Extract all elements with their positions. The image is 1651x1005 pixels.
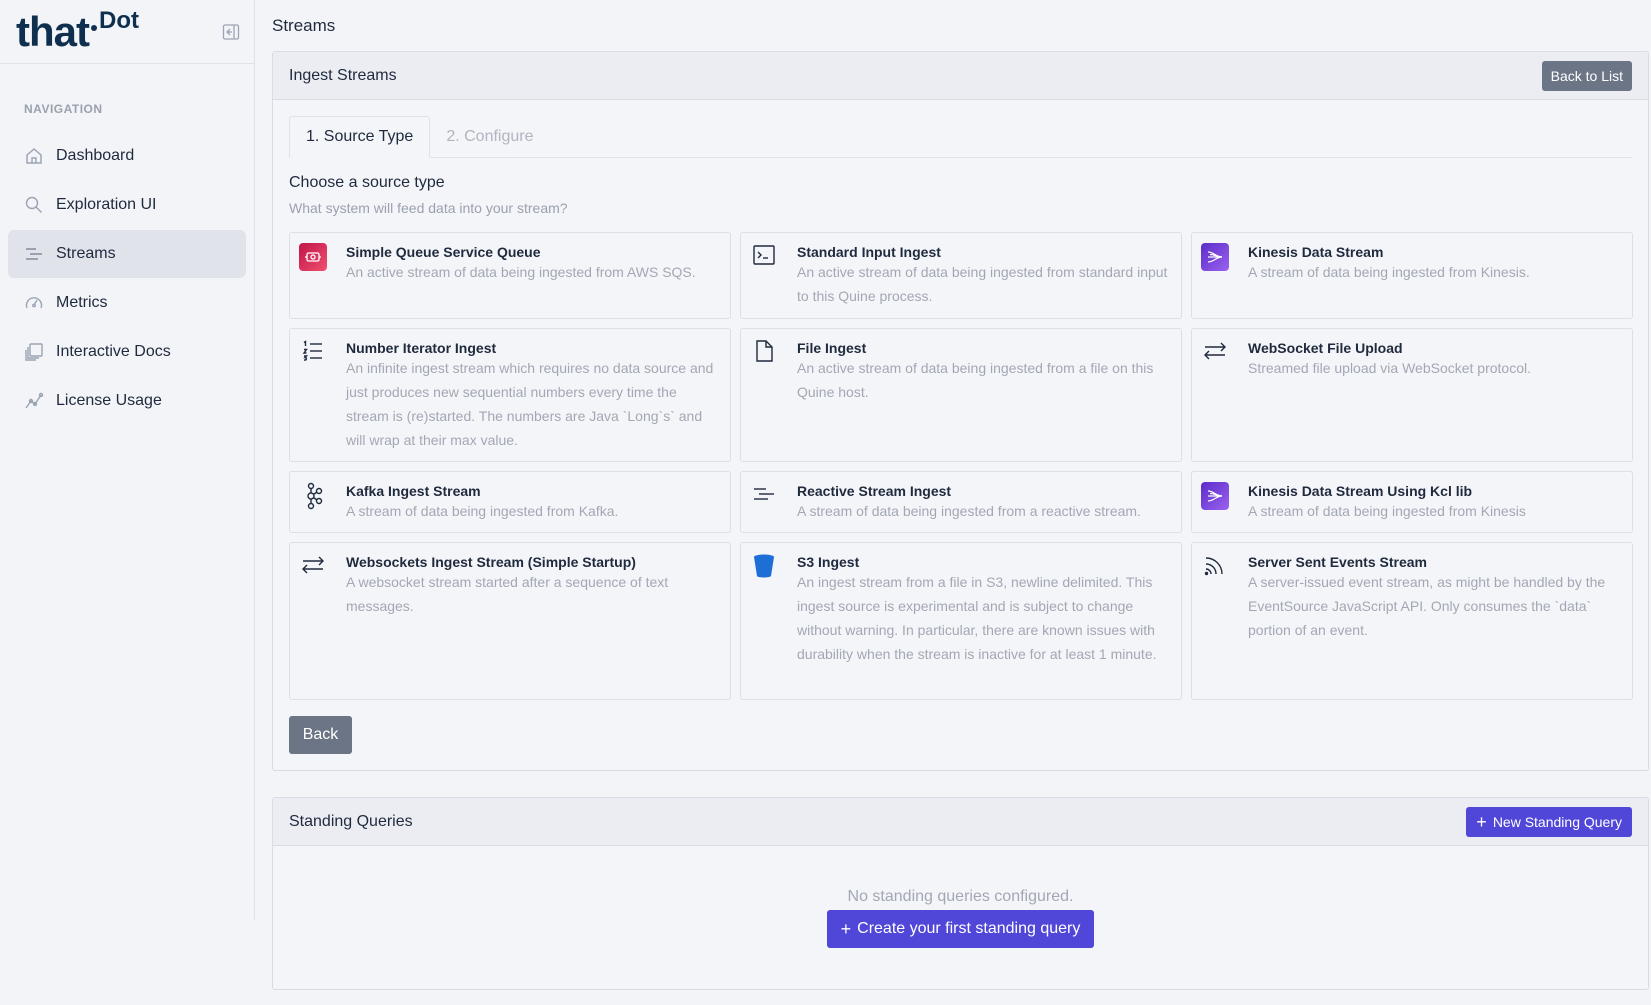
wizard-tabs: 1. Source Type 2. Configure xyxy=(289,116,1632,158)
create-standing-query-button[interactable]: + Create your first standing query xyxy=(826,910,1095,948)
card-title: Reactive Stream Ingest xyxy=(797,483,952,499)
choose-source-subtitle: What system will feed data into your str… xyxy=(289,200,568,216)
card-title: WebSocket File Upload xyxy=(1248,340,1403,356)
card-desc: An infinite ingest stream which requires… xyxy=(346,360,714,448)
tab-source-type[interactable]: 1. Source Type xyxy=(289,116,431,158)
sidebar-item-metrics[interactable]: Metrics xyxy=(8,279,246,327)
card-title: Kinesis Data Stream xyxy=(1248,244,1384,260)
card-title: Standard Input Ingest xyxy=(797,244,941,260)
nav-heading: NAVIGATION xyxy=(24,102,103,116)
rss-icon xyxy=(1200,553,1230,583)
chart-line-icon xyxy=(24,391,44,411)
sidebar-item-streams[interactable]: Streams xyxy=(8,230,246,278)
source-card-websockets-ingest[interactable]: Websockets Ingest Stream (Simple Startup… xyxy=(289,542,731,700)
sidebar-item-label: Exploration UI xyxy=(56,196,157,213)
collapse-sidebar-icon[interactable] xyxy=(222,23,240,41)
ingest-streams-panel: Ingest Streams Back to List 1. Source Ty… xyxy=(272,51,1649,771)
align-left-icon xyxy=(749,482,779,512)
card-desc: A stream of data being ingested from Kin… xyxy=(1248,264,1530,280)
card-desc: A stream of data being ingested from a r… xyxy=(797,503,1141,519)
standing-queries-title: Standing Queries xyxy=(289,812,413,830)
new-standing-query-button[interactable]: + New Standing Query xyxy=(1466,806,1632,837)
ingest-streams-header: Ingest Streams Back to List xyxy=(273,52,1648,100)
sidebar-item-dashboard[interactable]: Dashboard xyxy=(8,132,246,180)
card-title: Kafka Ingest Stream xyxy=(346,483,481,499)
source-card-sqs[interactable]: Simple Queue Service Queue An active str… xyxy=(289,232,731,319)
sidebar-item-interactive-docs[interactable]: Interactive Docs xyxy=(8,328,246,376)
card-desc: An active stream of data being ingested … xyxy=(346,264,696,280)
standing-queries-panel: Standing Queries + New Standing Query No… xyxy=(272,797,1649,990)
back-wrap: Back xyxy=(289,716,1648,754)
aws-kinesis-icon xyxy=(1200,482,1230,512)
sidebar: that Dot NAVIGATION Dashboard Exploratio… xyxy=(0,0,255,920)
source-card-kinesis-kcl[interactable]: Kinesis Data Stream Using Kcl lib A stre… xyxy=(1191,471,1633,533)
nav-list: Dashboard Exploration UI Streams Metrics… xyxy=(0,132,254,425)
new-standing-query-label: New Standing Query xyxy=(1492,813,1622,830)
card-title: S3 Ingest xyxy=(797,554,860,570)
terminal-icon xyxy=(749,243,779,273)
sidebar-item-label: Interactive Docs xyxy=(56,343,171,360)
create-standing-query-label: Create your first standing query xyxy=(857,920,1081,937)
source-card-s3[interactable]: S3 Ingest An ingest stream from a file i… xyxy=(740,542,1182,700)
file-icon xyxy=(749,339,779,369)
streams-icon xyxy=(24,244,44,264)
card-desc: A stream of data being ingested from Kin… xyxy=(1248,503,1526,519)
back-to-list-button[interactable]: Back to List xyxy=(1541,60,1632,91)
bucket-icon xyxy=(749,553,779,583)
card-desc: Streamed file upload via WebSocket proto… xyxy=(1248,360,1532,376)
card-title: Kinesis Data Stream Using Kcl lib xyxy=(1248,483,1473,499)
docs-icon xyxy=(24,342,44,362)
card-title: Websockets Ingest Stream (Simple Startup… xyxy=(346,554,636,570)
standing-queries-body: No standing queries configured. + Create… xyxy=(273,846,1648,989)
sidebar-item-exploration-ui[interactable]: Exploration UI xyxy=(8,181,246,229)
home-icon xyxy=(24,146,44,166)
ingest-streams-title: Ingest Streams xyxy=(289,66,397,84)
source-card-file[interactable]: File Ingest An active stream of data bei… xyxy=(740,328,1182,462)
arrows-exchange-icon xyxy=(298,553,328,583)
kafka-icon xyxy=(298,482,328,512)
card-desc: A server-issued event stream, as might b… xyxy=(1248,574,1606,638)
source-card-number-iterator[interactable]: Number Iterator Ingest An infinite inges… xyxy=(289,328,731,462)
numbered-list-icon xyxy=(298,339,328,369)
aws-sqs-icon xyxy=(298,243,328,273)
logo-dot xyxy=(91,24,97,31)
sidebar-item-label: Metrics xyxy=(56,294,108,311)
sidebar-item-license-usage[interactable]: License Usage xyxy=(8,377,246,425)
empty-state-text: No standing queries configured. xyxy=(847,888,1074,905)
logo-area: that Dot xyxy=(0,0,254,64)
back-button[interactable]: Back xyxy=(289,716,352,754)
source-card-websocket-upload[interactable]: WebSocket File Upload Streamed file uplo… xyxy=(1191,328,1633,462)
aws-kinesis-icon xyxy=(1200,243,1230,273)
card-title: Number Iterator Ingest xyxy=(346,340,497,356)
sidebar-item-label: Streams xyxy=(56,245,116,262)
tab-configure[interactable]: 2. Configure xyxy=(430,116,549,157)
choose-source-title: Choose a source type xyxy=(289,174,445,191)
sidebar-item-label: License Usage xyxy=(56,392,162,409)
card-title: Server Sent Events Stream xyxy=(1248,554,1427,570)
standing-queries-header: Standing Queries + New Standing Query xyxy=(273,798,1648,846)
source-card-reactive[interactable]: Reactive Stream Ingest A stream of data … xyxy=(740,471,1182,533)
arrows-exchange-icon xyxy=(1200,339,1230,369)
card-desc: A stream of data being ingested from Kaf… xyxy=(346,503,619,519)
source-card-stdin[interactable]: Standard Input Ingest An active stream o… xyxy=(740,232,1182,319)
gauge-icon xyxy=(24,293,44,313)
card-desc: An ingest stream from a file in S3, newl… xyxy=(797,574,1157,662)
plus-icon: + xyxy=(1476,811,1487,832)
plus-icon: + xyxy=(840,919,852,939)
source-type-grid: Simple Queue Service Queue An active str… xyxy=(289,232,1633,700)
card-title: Simple Queue Service Queue xyxy=(346,244,541,260)
source-card-sse[interactable]: Server Sent Events Stream A server-issue… xyxy=(1191,542,1633,700)
source-card-kinesis[interactable]: Kinesis Data Stream A stream of data bei… xyxy=(1191,232,1633,319)
logo-sup: Dot xyxy=(99,6,139,34)
search-icon xyxy=(24,195,44,215)
source-card-kafka[interactable]: Kafka Ingest Stream A stream of data bei… xyxy=(289,471,731,533)
logo-main: that xyxy=(16,7,90,55)
page-title: Streams xyxy=(272,16,336,35)
thatdot-logo[interactable]: that Dot xyxy=(16,6,139,55)
sidebar-item-label: Dashboard xyxy=(56,147,135,164)
card-desc: A websocket stream started after a seque… xyxy=(346,574,669,614)
card-desc: An active stream of data being ingested … xyxy=(797,360,1154,400)
card-title: File Ingest xyxy=(797,340,867,356)
card-desc: An active stream of data being ingested … xyxy=(797,264,1168,304)
